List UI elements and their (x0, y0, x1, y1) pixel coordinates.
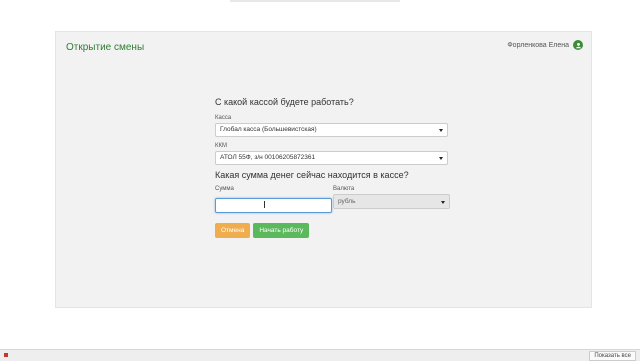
download-icon (4, 353, 8, 357)
currency-value: рубль (338, 198, 356, 205)
text-cursor (264, 201, 265, 208)
currency-select[interactable]: рубль (333, 194, 450, 209)
browser-top-strip (230, 0, 400, 2)
form-actions: Отмена Начать работу (215, 223, 450, 238)
question-register: С какой кассой будете работать? (215, 97, 354, 107)
start-work-button[interactable]: Начать работу (253, 223, 310, 238)
bottom-bar: Показать все (0, 349, 640, 361)
cancel-button[interactable]: Отмена (215, 223, 251, 238)
kkm-label: ККМ (215, 143, 227, 149)
chevron-down-icon (439, 129, 443, 132)
currency-group: Валюта рубль (333, 186, 450, 213)
kassa-label: Касса (215, 115, 232, 121)
currency-label: Валюта (333, 186, 355, 192)
user-name: Форленкова Елена (507, 41, 569, 49)
user-menu[interactable]: Форленкова Елена (507, 40, 583, 50)
kassa-value: Глобал касса (Большевистская) (220, 126, 317, 133)
amount-row: Сумма Валюта рубль (215, 186, 450, 213)
sum-group: Сумма (215, 186, 332, 213)
sum-input[interactable] (215, 198, 332, 213)
kkm-select[interactable]: АТОЛ 55Ф, з/н 00106205872361 (215, 151, 448, 165)
page-title: Открытие смены (66, 42, 145, 53)
user-icon (573, 40, 583, 50)
kassa-select[interactable]: Глобал касса (Большевистская) (215, 123, 448, 137)
shift-form: С какой кассой будете работать? Касса Гл… (215, 97, 450, 238)
sum-label: Сумма (215, 186, 234, 192)
chevron-down-icon (439, 157, 443, 160)
kkm-value: АТОЛ 55Ф, з/н 00106205872361 (220, 154, 316, 161)
question-amount: Какая сумма денег сейчас находится в кас… (215, 170, 409, 180)
chevron-down-icon (441, 201, 445, 204)
